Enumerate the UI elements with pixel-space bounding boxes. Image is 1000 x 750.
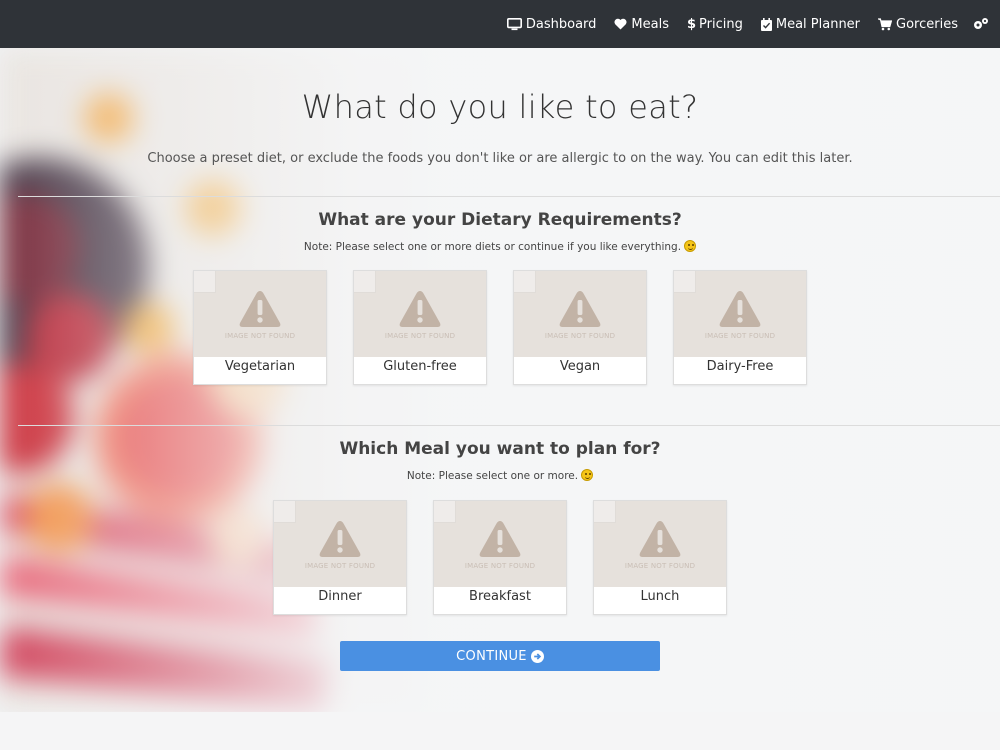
warning-icon (319, 520, 361, 557)
selection-checkbox[interactable] (274, 501, 296, 523)
nav-meals[interactable]: Meals (614, 17, 669, 32)
meal-card-lunch[interactable]: IMAGE NOT FOUND Lunch (593, 500, 727, 615)
warning-icon (719, 290, 761, 327)
selection-checkbox[interactable] (594, 501, 616, 523)
nav-groceries-label: Gorceries (896, 16, 958, 32)
hero-section: What do you like to eat? Choose a preset… (0, 48, 1000, 712)
image-not-found-text: IMAGE NOT FOUND (464, 561, 536, 570)
selection-checkbox[interactable] (354, 271, 376, 293)
cart-icon (878, 17, 893, 30)
continue-button-label: CONTINUE (456, 648, 527, 664)
section-divider (18, 196, 1000, 197)
image-not-found-text: IMAGE NOT FOUND (544, 331, 616, 340)
image-placeholder: IMAGE NOT FOUND (194, 271, 326, 357)
nav-pricing[interactable]: $ Pricing (687, 17, 743, 32)
monitor-icon (506, 17, 522, 30)
dietary-note: Note: Please select one or more diets or… (0, 240, 1000, 253)
calendar-check-icon (760, 17, 772, 31)
settings-menu[interactable] (972, 17, 994, 31)
meal-card-label: Dinner (318, 589, 362, 604)
nav-dashboard[interactable]: Dashboard (506, 16, 597, 32)
page-subtitle: Choose a preset diet, or exclude the foo… (147, 151, 853, 166)
warning-icon (639, 520, 681, 557)
diet-card-label: Dairy-Free (706, 359, 774, 374)
nav-meal-planner[interactable]: Meal Planner (760, 16, 861, 32)
heart-icon (614, 18, 627, 30)
page-title: What do you like to eat? (301, 88, 699, 126)
diet-card-vegan[interactable]: IMAGE NOT FOUND Vegan (513, 270, 647, 385)
meal-card-dinner[interactable]: IMAGE NOT FOUND Dinner (273, 500, 407, 615)
main-content: What do you like to eat? Choose a preset… (0, 48, 1000, 712)
meal-note-text: Note: Please select one or more. (406, 470, 579, 482)
warning-icon (479, 520, 521, 557)
diet-card-label: Vegetarian (224, 359, 296, 374)
meal-card-label: Breakfast (469, 589, 531, 604)
image-not-found-text: IMAGE NOT FOUND (624, 561, 696, 570)
image-not-found-text: IMAGE NOT FOUND (304, 561, 376, 570)
warning-icon (399, 290, 441, 327)
selection-checkbox[interactable] (514, 271, 536, 293)
meal-note: Note: Please select one or more. (0, 469, 1000, 482)
diet-card-vegetarian[interactable]: IMAGE NOT FOUND Vegetarian (193, 270, 327, 385)
dietary-note-text: Note: Please select one or more diets or… (303, 241, 682, 253)
gears-icon (974, 18, 988, 29)
diet-card-label: Gluten-free (383, 359, 457, 374)
diet-card-label: Vegan (559, 359, 601, 374)
nav-pricing-label: Pricing (699, 16, 743, 32)
image-placeholder: IMAGE NOT FOUND (354, 271, 486, 357)
section-divider (18, 425, 1000, 426)
selection-checkbox[interactable] (674, 271, 696, 293)
warning-icon (559, 290, 601, 327)
image-placeholder: IMAGE NOT FOUND (274, 501, 406, 587)
continue-button[interactable]: CONTINUE (340, 641, 660, 671)
top-navbar: Dashboard Meals $ Pricing Meal Planner G… (0, 0, 1000, 48)
meal-section-title: Which Meal you want to plan for? (339, 439, 661, 459)
image-placeholder: IMAGE NOT FOUND (594, 501, 726, 587)
image-placeholder: IMAGE NOT FOUND (434, 501, 566, 587)
image-placeholder: IMAGE NOT FOUND (674, 271, 806, 357)
nav-meal-planner-label: Meal Planner (775, 16, 861, 32)
diet-card-gluten-free[interactable]: IMAGE NOT FOUND Gluten-free (353, 270, 487, 385)
smiley-icon (684, 240, 697, 252)
meal-card-breakfast[interactable]: IMAGE NOT FOUND Breakfast (433, 500, 567, 615)
meal-options: IMAGE NOT FOUND Dinner IMAGE NOT FOUND B… (0, 500, 1000, 615)
nav-meals-label: Meals (631, 16, 669, 32)
warning-icon (239, 290, 281, 327)
diet-options: IMAGE NOT FOUND Vegetarian IMAGE NOT FOU… (0, 270, 1000, 385)
dollar-icon: $ (686, 16, 697, 32)
meal-card-label: Lunch (640, 589, 680, 604)
diet-card-dairy-free[interactable]: IMAGE NOT FOUND Dairy-Free (673, 270, 807, 385)
selection-checkbox[interactable] (434, 501, 456, 523)
dietary-section-title: What are your Dietary Requirements? (318, 210, 682, 230)
arrow-circle-right-icon (530, 649, 544, 663)
image-not-found-text: IMAGE NOT FOUND (704, 331, 776, 340)
image-not-found-text: IMAGE NOT FOUND (224, 331, 296, 340)
nav-dashboard-label: Dashboard (525, 16, 597, 32)
selection-checkbox[interactable] (194, 271, 216, 293)
smiley-icon (581, 469, 594, 481)
nav-groceries[interactable]: Gorceries (878, 17, 958, 32)
image-not-found-text: IMAGE NOT FOUND (384, 331, 456, 340)
image-placeholder: IMAGE NOT FOUND (514, 271, 646, 357)
